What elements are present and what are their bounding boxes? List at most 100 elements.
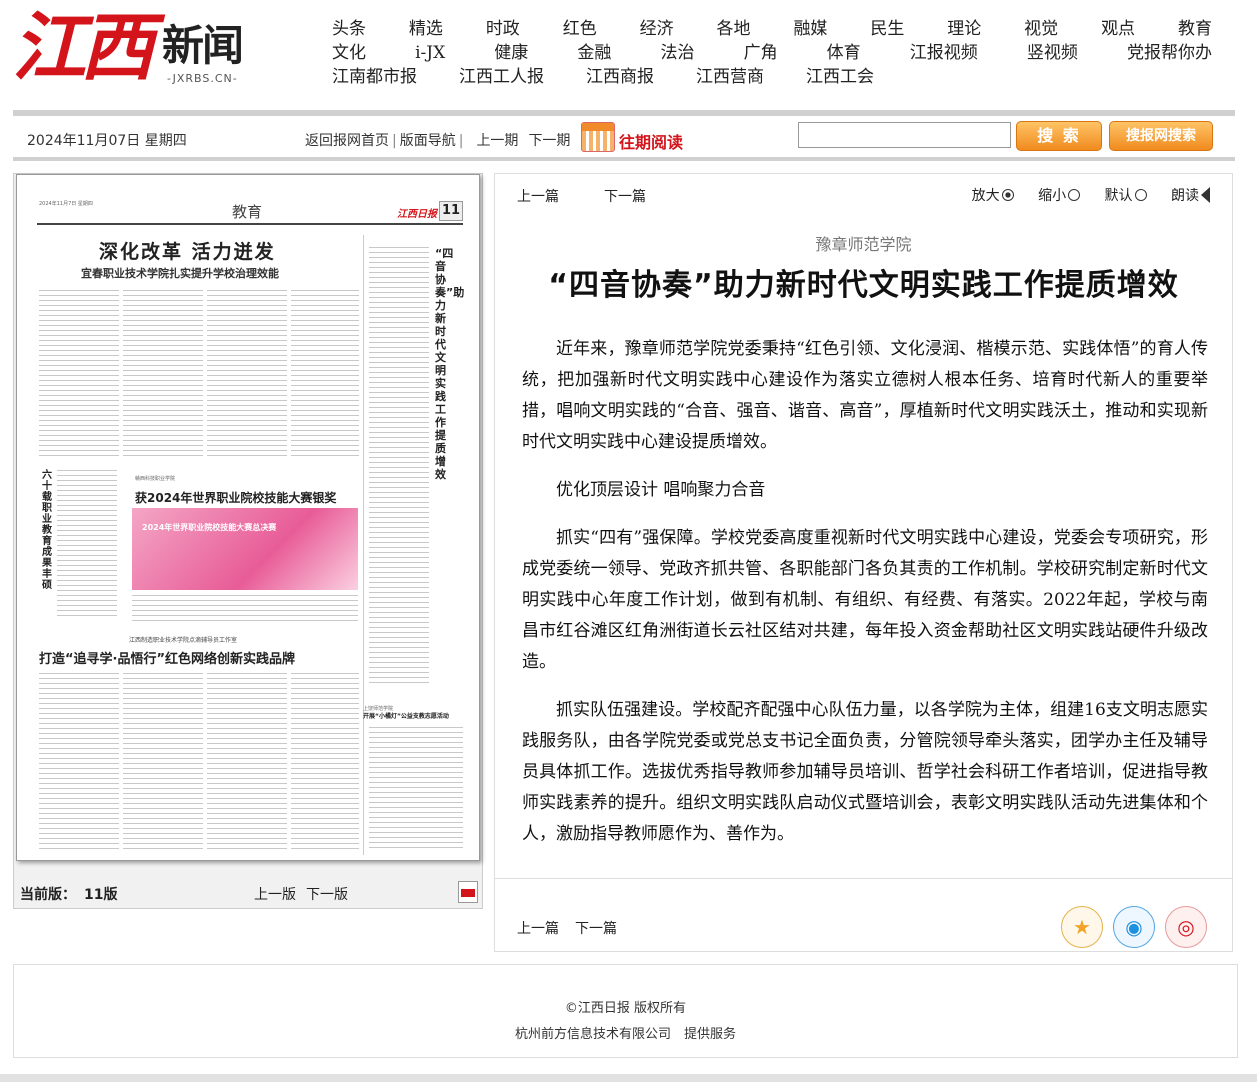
prev-page-link[interactable]: 上一版 bbox=[254, 884, 296, 904]
star-icon[interactable]: ★ bbox=[1061, 906, 1103, 948]
service-provider-text: 杭州前方信息技术有限公司 提供服务 bbox=[514, 1027, 736, 1042]
page-vertical-headline[interactable]: 六十载职业教育成果丰硕 bbox=[42, 470, 53, 591]
nav-item-help-desk[interactable]: 党报帮你办 bbox=[1127, 41, 1212, 65]
nav-item-featured[interactable]: 精选 bbox=[409, 17, 443, 41]
nav-item-theory[interactable]: 理论 bbox=[947, 17, 981, 41]
logo-calligraphy: 江西 bbox=[12, 5, 154, 91]
default-size-option[interactable]: 默认 bbox=[1095, 188, 1147, 204]
site-search-button[interactable]: 搜报网搜索 bbox=[1109, 121, 1213, 151]
radio-icon bbox=[1068, 189, 1081, 201]
nav-item-culture[interactable]: 文化 bbox=[332, 41, 366, 65]
nav-item-media[interactable]: 融媒 bbox=[793, 17, 827, 41]
nav-row-1: 头条 精选 时政 红色 经济 各地 融媒 民生 理论 视觉 观点 教育 bbox=[332, 17, 1212, 41]
current-page-label: 当前版： bbox=[20, 887, 76, 903]
page-side-headline[interactable]: “四音协奏”助力新时代文明实践工作提质增效 bbox=[435, 247, 464, 481]
page-section-name: 教育 bbox=[232, 203, 263, 221]
nav-item-business-env[interactable]: 江西营商 bbox=[696, 65, 764, 89]
pdf-icon[interactable] bbox=[458, 881, 478, 903]
article-subheading: 优化顶层设计 唱响聚力合音 bbox=[556, 480, 766, 500]
article-paragraph: 近年来，豫章师范学院党委秉持“红色引领、文化浸润、楷模示范、实践体悟”的育人传统… bbox=[522, 339, 1208, 452]
divider: | bbox=[458, 133, 464, 149]
nav-item-sports[interactable]: 体育 bbox=[827, 41, 861, 65]
nav-item-local[interactable]: 各地 bbox=[717, 17, 751, 41]
nav-item-headline[interactable]: 头条 bbox=[332, 17, 366, 41]
prev-article-link[interactable]: 上一篇 bbox=[517, 186, 559, 206]
nav-item-visual[interactable]: 视觉 bbox=[1024, 17, 1058, 41]
read-aloud-label: 朗读 bbox=[1171, 188, 1199, 204]
page-brand: 江西日报 bbox=[397, 209, 437, 220]
page-masthead-rule bbox=[37, 223, 463, 225]
search-input[interactable] bbox=[798, 122, 1011, 148]
nav-item-education[interactable]: 教育 bbox=[1178, 17, 1212, 41]
text-block bbox=[132, 595, 358, 625]
past-reading-link[interactable]: 往期阅读 bbox=[619, 129, 683, 153]
top-navigation: 头条 精选 时政 红色 经济 各地 融媒 民生 理论 视觉 观点 教育 文化 i… bbox=[332, 17, 1212, 89]
page-headline-3[interactable]: 打造“追寻学·品悟行”红色网络创新实践品牌 bbox=[39, 648, 295, 667]
nav-item-jiangnan-city[interactable]: 江南都市报 bbox=[332, 65, 417, 89]
text-block bbox=[207, 673, 287, 853]
nav-item-law[interactable]: 法治 bbox=[660, 41, 694, 65]
zoom-in-option[interactable]: 放大 bbox=[962, 188, 1014, 204]
page-headline-1[interactable]: 深化改革 活力迸发 bbox=[99, 237, 276, 264]
text-block bbox=[39, 290, 119, 460]
next-issue-link[interactable]: 下一期 bbox=[528, 133, 570, 149]
home-link[interactable]: 返回报网首页 bbox=[305, 133, 389, 149]
bottom-next-article-link[interactable]: 下一篇 bbox=[575, 918, 617, 938]
nav-item-business-news[interactable]: 江西商报 bbox=[586, 65, 654, 89]
nav-item-opinion[interactable]: 观点 bbox=[1101, 17, 1135, 41]
site-logo[interactable]: 江西 新闻 -JXRBS.CN- bbox=[12, 4, 262, 96]
weibo-icon[interactable]: ◎ bbox=[1165, 906, 1207, 948]
nav-item-red[interactable]: 红色 bbox=[563, 17, 597, 41]
logo-domain: -JXRBS.CN- bbox=[167, 72, 238, 85]
text-block bbox=[207, 290, 287, 460]
newspaper-page-image[interactable]: 2024年11月7日 星期四 教育 江西日报 11 深化改革 活力迸发 宜春职业… bbox=[16, 174, 480, 861]
calendar-icon[interactable] bbox=[581, 122, 615, 152]
column-divider bbox=[363, 235, 364, 855]
nav-item-health[interactable]: 健康 bbox=[494, 41, 528, 65]
article-footer-divider bbox=[495, 878, 1232, 879]
layout-nav-link[interactable]: 版面导航 bbox=[400, 133, 456, 149]
toolbar-links: 返回报网首页 | 版面导航 | 上一期 下一期 bbox=[305, 130, 570, 150]
nav-row-3: 江南都市报 江西工人报 江西商报 江西营商 江西工会 bbox=[332, 65, 1212, 89]
page-headline-2[interactable]: 获2024年世界职业院校技能大赛银奖 bbox=[135, 489, 336, 506]
nav-item-vertical-video[interactable]: 竖视频 bbox=[1027, 41, 1078, 65]
radio-icon bbox=[1134, 189, 1147, 201]
search-button[interactable]: 搜 索 bbox=[1016, 121, 1102, 151]
page-kicker-2: 赣西科技职业学院 bbox=[135, 476, 176, 482]
logo-name: 新闻 bbox=[162, 21, 244, 70]
text-block bbox=[123, 673, 203, 853]
page-headline-4[interactable]: 开展“小橘灯”公益支教志愿活动 bbox=[363, 711, 449, 720]
current-date: 2024年11月07日 星期四 bbox=[27, 133, 187, 149]
nav-item-economy[interactable]: 经济 bbox=[640, 17, 674, 41]
page-date-line: 2024年11月7日 星期四 bbox=[39, 201, 93, 207]
text-block bbox=[123, 290, 203, 460]
qq-icon[interactable]: ◉ bbox=[1113, 906, 1155, 948]
nav-item-politics[interactable]: 时政 bbox=[486, 17, 520, 41]
default-label: 默认 bbox=[1104, 188, 1133, 204]
article-kicker: 豫章师范学院 bbox=[815, 235, 912, 254]
bottom-prev-article-link[interactable]: 上一篇 bbox=[517, 918, 559, 938]
current-page-value: 11版 bbox=[84, 887, 118, 903]
nav-row-2: 文化 i-JX 健康 金融 法治 广角 体育 江报视频 竖视频 党报帮你办 bbox=[332, 41, 1212, 65]
nav-item-workers-news[interactable]: 江西工人报 bbox=[459, 65, 544, 89]
speaker-icon bbox=[1201, 187, 1210, 203]
article-paragraph: 抓实“四有”强保障。学校党委高度重视新时代文明实践中心建设，党委会专项研究，形成… bbox=[522, 528, 1208, 672]
zoom-out-option[interactable]: 缩小 bbox=[1028, 188, 1081, 204]
text-block bbox=[57, 470, 117, 620]
next-article-link[interactable]: 下一篇 bbox=[604, 186, 646, 206]
nav-item-wide-angle[interactable]: 广角 bbox=[744, 41, 778, 65]
article-body: 近年来，豫章师范学院党委秉持“红色引领、文化浸润、楷模示范、实践体悟”的育人传统… bbox=[522, 334, 1208, 867]
prev-issue-link[interactable]: 上一期 bbox=[476, 133, 518, 149]
article-paragraph: 抓实队伍强建设。学校配齐配强中心队伍力量，以各学院为主体，组建16支文明志愿实践… bbox=[522, 700, 1208, 844]
nav-item-finance[interactable]: 金融 bbox=[577, 41, 611, 65]
bottom-band bbox=[0, 1074, 1257, 1082]
page-photo: 2024年世界职业院校技能大赛总决赛 bbox=[132, 508, 358, 590]
next-page-link[interactable]: 下一版 bbox=[306, 884, 348, 904]
read-aloud-button[interactable]: 朗读 bbox=[1161, 187, 1210, 204]
nav-item-trade-union[interactable]: 江西工会 bbox=[806, 65, 874, 89]
nav-item-livelihood[interactable]: 民生 bbox=[870, 17, 904, 41]
nav-item-video[interactable]: 江报视频 bbox=[910, 41, 978, 65]
page-preview-panel: 2024年11月7日 星期四 教育 江西日报 11 深化改革 活力迸发 宜春职业… bbox=[13, 173, 483, 909]
nav-item-ijx[interactable]: i-JX bbox=[415, 41, 445, 65]
article-headline: “四音协奏”助力新时代文明实践工作提质增效 bbox=[548, 268, 1179, 303]
